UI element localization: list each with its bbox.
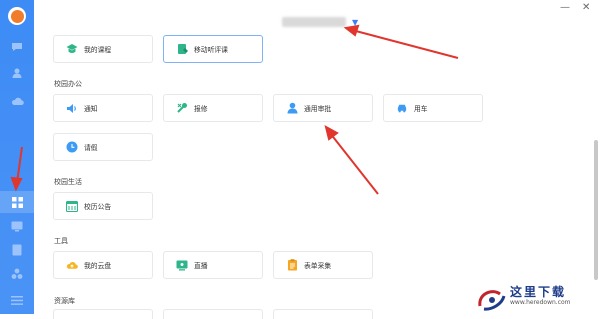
sidebar-item-monitor[interactable] (0, 215, 34, 237)
section-title-life: 校园生活 (54, 178, 82, 186)
wrench-icon (176, 102, 188, 114)
tile-label: 通知 (84, 105, 98, 113)
section-title-resources: 资源库 (54, 297, 75, 305)
section-title-office: 校园办公 (54, 80, 82, 88)
share-icon (11, 268, 23, 279)
watermark-logo-icon (478, 290, 506, 311)
apps-grid-icon (11, 196, 23, 208)
sidebar-item-share[interactable] (0, 263, 34, 285)
watermark-text: 这里下载 (510, 285, 567, 299)
watermark: 这里下载 www.heredown.com (470, 282, 600, 314)
tile-label: 通用审批 (304, 105, 332, 113)
cloud-icon (11, 97, 24, 105)
sidebar-item-cloud[interactable] (0, 90, 34, 112)
person-icon (286, 102, 298, 114)
contacts-icon (12, 68, 22, 78)
speaker-icon (66, 102, 78, 114)
sidebar-item-menu[interactable] (0, 289, 34, 311)
form-clipboard-icon (286, 259, 298, 271)
tile-label: 表单采集 (304, 262, 332, 270)
tile-calendar[interactable]: 校历公告 (53, 192, 153, 220)
tile-cloud-drive[interactable]: 我的云盘 (53, 251, 153, 279)
sidebar (0, 0, 34, 314)
monitor-icon (11, 221, 23, 231)
graduation-cap-icon (66, 43, 78, 55)
tile-form[interactable]: 表单采集 (273, 251, 373, 279)
chevron-down-icon[interactable]: ▼ (352, 18, 358, 27)
sidebar-item-chat[interactable] (0, 36, 34, 58)
watermark-url: www.heredown.com (510, 299, 571, 306)
tile-partial[interactable] (53, 309, 153, 319)
tile-label: 请假 (84, 144, 98, 152)
tile-label: 直播 (194, 262, 208, 270)
sidebar-item-apps[interactable] (0, 191, 34, 213)
tile-partial[interactable] (273, 309, 373, 319)
live-tv-icon (176, 259, 188, 271)
tile-mobile-review[interactable]: 移动听评课 (163, 35, 263, 63)
clipboard-icon (176, 43, 188, 55)
tile-approval[interactable]: 通用审批 (273, 94, 373, 122)
minimize-button[interactable]: — (560, 3, 570, 13)
tile-my-course[interactable]: 我的课程 (53, 35, 153, 63)
tile-label: 移动听评课 (194, 46, 228, 54)
tile-label: 校历公告 (84, 203, 112, 211)
scrollbar-thumb[interactable] (594, 140, 598, 280)
document-icon (12, 244, 22, 256)
app-grid: 我的课程 移动听评课 校园办公 通知 报修 通用审批 用车 请假 校园生活 校历… (34, 30, 594, 319)
sidebar-item-contacts[interactable] (0, 62, 34, 84)
car-icon (396, 102, 408, 114)
section-title-tools: 工具 (54, 237, 68, 245)
tile-label: 用车 (414, 105, 428, 113)
tile-notice[interactable]: 通知 (53, 94, 153, 122)
tile-live[interactable]: 直播 (163, 251, 263, 279)
calendar-icon (66, 200, 78, 212)
cloud-upload-icon (66, 259, 78, 271)
page-title-blurred (282, 17, 346, 27)
tile-label: 我的云盘 (84, 262, 112, 270)
tile-car[interactable]: 用车 (383, 94, 483, 122)
avatar[interactable] (8, 7, 26, 25)
tile-label: 我的课程 (84, 46, 112, 54)
chat-icon (12, 43, 22, 51)
tile-repair[interactable]: 报修 (163, 94, 263, 122)
menu-icon (11, 295, 23, 305)
close-button[interactable]: ✕ (582, 3, 590, 13)
tile-partial[interactable] (163, 309, 263, 319)
tile-leave[interactable]: 请假 (53, 133, 153, 161)
clock-icon (66, 141, 78, 153)
sidebar-item-document[interactable] (0, 239, 34, 261)
tile-label: 报修 (194, 105, 208, 113)
